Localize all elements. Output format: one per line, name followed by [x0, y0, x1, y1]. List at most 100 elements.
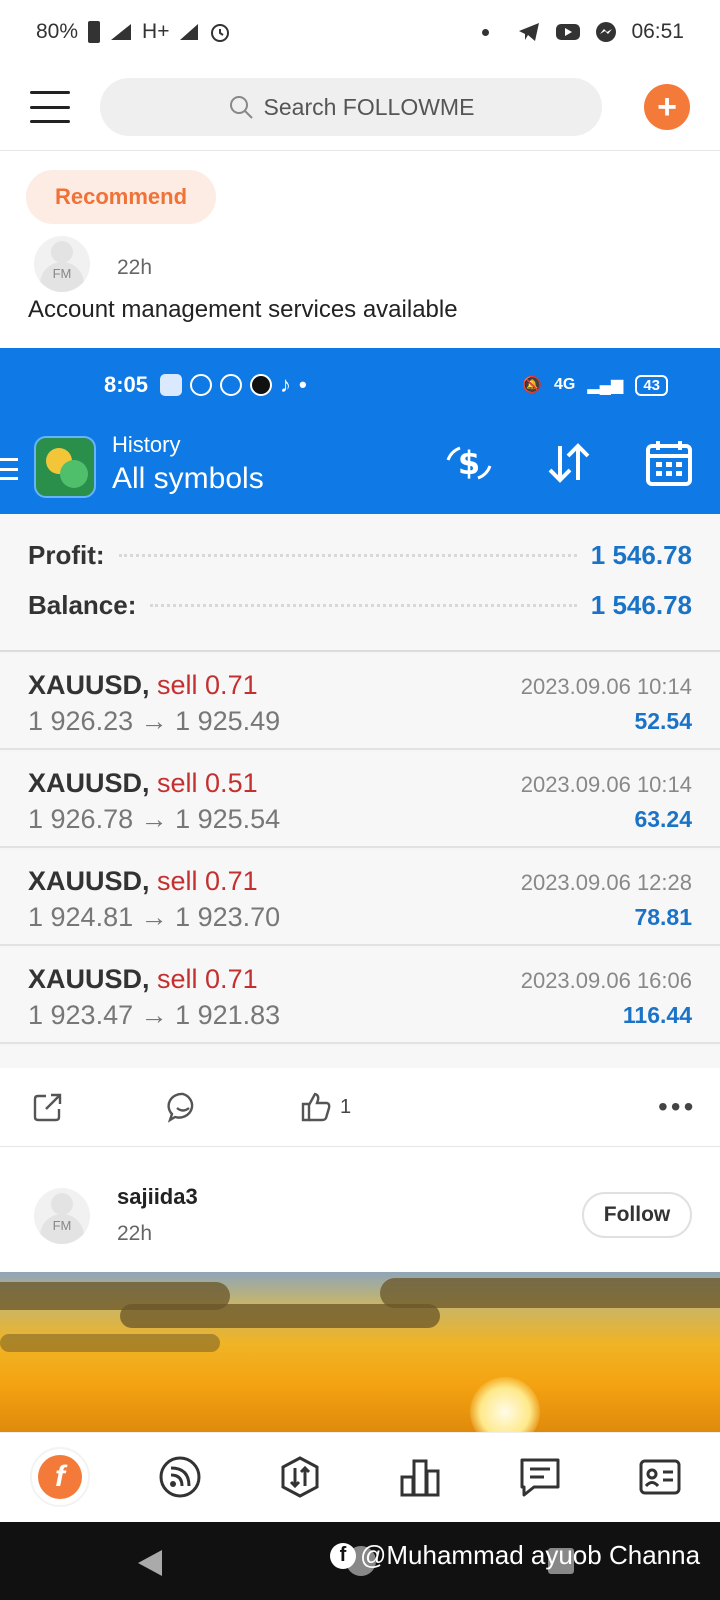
app-bar: Search FOLLOWME + — [0, 72, 720, 142]
whatsapp-icon — [220, 374, 243, 396]
nav-home[interactable]: f — [30, 1447, 90, 1507]
signal-icon: ▂▄▆ — [587, 377, 624, 394]
bottom-nav: f — [0, 1432, 720, 1522]
trade-datetime: 2023.09.06 12:28 — [520, 870, 692, 895]
youtube-icon — [556, 24, 581, 40]
trade-row: XAUUSD, sell 0.71 1 926.23 → 1 925.49 20… — [0, 654, 720, 750]
signal-icon — [111, 24, 132, 40]
trade-prices: 1 926.23 → 1 925.49 — [28, 706, 281, 736]
app-icon — [190, 374, 213, 396]
message-icon — [520, 1458, 560, 1497]
comment-button[interactable] — [167, 1091, 199, 1123]
follow-button[interactable]: Follow — [582, 1192, 692, 1238]
trade-prices: 1 923.47 → 1 921.83 — [28, 1000, 281, 1030]
trade-profit: 52.54 — [634, 708, 692, 734]
hamburger-menu-icon[interactable] — [30, 91, 70, 123]
divider — [0, 1146, 720, 1147]
followme-logo-icon: f — [38, 1455, 82, 1499]
nav-feed[interactable] — [150, 1447, 210, 1507]
clock-time: 06:51 — [631, 20, 684, 43]
trade-datetime: 2023.09.06 10:14 — [520, 772, 692, 797]
mt-status-time: 8:05 — [104, 372, 149, 397]
trade-datetime: 2023.09.06 16:06 — [520, 968, 692, 993]
balance-row: Balance: 1 546.78 — [28, 590, 692, 621]
messenger-icon — [596, 22, 617, 42]
mt-subtitle: All symbols — [112, 462, 264, 495]
sort-icon — [544, 438, 594, 488]
battery-icon — [88, 21, 101, 43]
post-time: 22h — [117, 1222, 153, 1245]
mt-summary: Profit: 1 546.78 Balance: 1 546.78 — [0, 514, 720, 652]
comment-icon — [167, 1092, 194, 1123]
trade-profit: 78.81 — [634, 904, 692, 930]
search-icon — [229, 96, 253, 119]
tiktok-icon: ♪ — [280, 372, 292, 397]
watermark-text: @Muhammad ayuob Channa — [360, 1540, 701, 1570]
trade-symbol: XAUUSD, — [28, 964, 150, 994]
currency-exchange-icon: $ — [444, 438, 494, 488]
avatar[interactable]: FM — [34, 236, 90, 292]
profit-value: 1 546.78 — [590, 540, 692, 570]
trade-profit: 63.24 — [634, 806, 692, 832]
svg-text:$: $ — [458, 444, 480, 482]
recommend-tab[interactable]: Recommend — [26, 170, 216, 224]
feed-icon — [159, 1456, 201, 1498]
notification-dot-icon — [482, 28, 490, 36]
watermark: f @Muhammad ayuob Channa — [330, 1540, 700, 1571]
post-actions: 1 ••• — [0, 1068, 720, 1146]
nav-trade[interactable] — [270, 1447, 330, 1507]
calendar-icon — [644, 438, 694, 488]
post-time: 22h — [117, 256, 153, 279]
app-icon — [160, 374, 183, 396]
like-count: 1 — [340, 1095, 352, 1118]
balance-value: 1 546.78 — [590, 590, 692, 620]
profit-label: Profit: — [28, 540, 105, 570]
mute-icon: 🔕 — [522, 377, 543, 394]
balance-label: Balance: — [28, 590, 137, 620]
like-button[interactable]: 1 — [300, 1091, 351, 1123]
trade-datetime: 2023.09.06 10:14 — [520, 674, 692, 699]
app-icon — [250, 374, 273, 396]
trade-prices: 1 926.78 → 1 925.54 — [28, 804, 281, 834]
profit-row: Profit: 1 546.78 — [28, 540, 692, 571]
network-type: H+ — [142, 20, 170, 43]
trade-row: XAUUSD, sell 0.71 1 924.81 → 1 923.70 20… — [0, 850, 720, 946]
dot-icon: • — [299, 372, 307, 397]
bar-chart-icon — [400, 1459, 440, 1497]
avatar-label: FM — [52, 266, 72, 281]
thumbs-up-icon — [301, 1092, 331, 1122]
trade-profit: 116.44 — [622, 1002, 692, 1028]
trade-side: sell 0.71 — [157, 866, 258, 896]
search-input[interactable]: Search FOLLOWME — [100, 78, 602, 136]
trade-row-partial — [0, 1046, 720, 1068]
sun — [470, 1377, 540, 1432]
nav-messages[interactable] — [510, 1447, 570, 1507]
trade-symbol: XAUUSD, — [28, 670, 150, 700]
divider — [0, 150, 720, 151]
facebook-icon: f — [330, 1542, 356, 1569]
trade-row: XAUUSD, sell 0.71 1 923.47 → 1 921.83 20… — [0, 948, 720, 1044]
post-image[interactable] — [0, 1272, 720, 1432]
mt-title: History — [112, 432, 181, 457]
share-icon — [33, 1093, 62, 1122]
post-image[interactable]: 8:05 ♪ • 🔕 4G ▂▄▆ 43 History All symbols… — [0, 348, 720, 1068]
share-button[interactable] — [32, 1091, 64, 1123]
avatar[interactable]: FM — [34, 1188, 90, 1244]
trade-side: sell 0.71 — [157, 964, 258, 994]
nav-ranking[interactable] — [390, 1447, 450, 1507]
battery-percent: 80% — [36, 20, 79, 43]
more-icon: ••• — [658, 1091, 697, 1122]
more-options-button[interactable]: ••• — [658, 1091, 696, 1123]
back-icon[interactable] — [136, 1548, 164, 1578]
status-bar: 80% H+ 06:51 — [0, 0, 720, 64]
trade-symbol: XAUUSD, — [28, 768, 150, 798]
telegram-icon — [519, 23, 540, 41]
trade-symbol: XAUUSD, — [28, 866, 150, 896]
mt-logo-icon — [34, 436, 96, 498]
mt-battery: 43 — [635, 374, 668, 396]
post-author[interactable]: sajiida3 — [117, 1184, 198, 1210]
add-post-button[interactable]: + — [644, 84, 690, 130]
signal-strength-icon — [180, 24, 199, 40]
nav-profile[interactable] — [630, 1447, 690, 1507]
trade-icon — [281, 1456, 319, 1498]
